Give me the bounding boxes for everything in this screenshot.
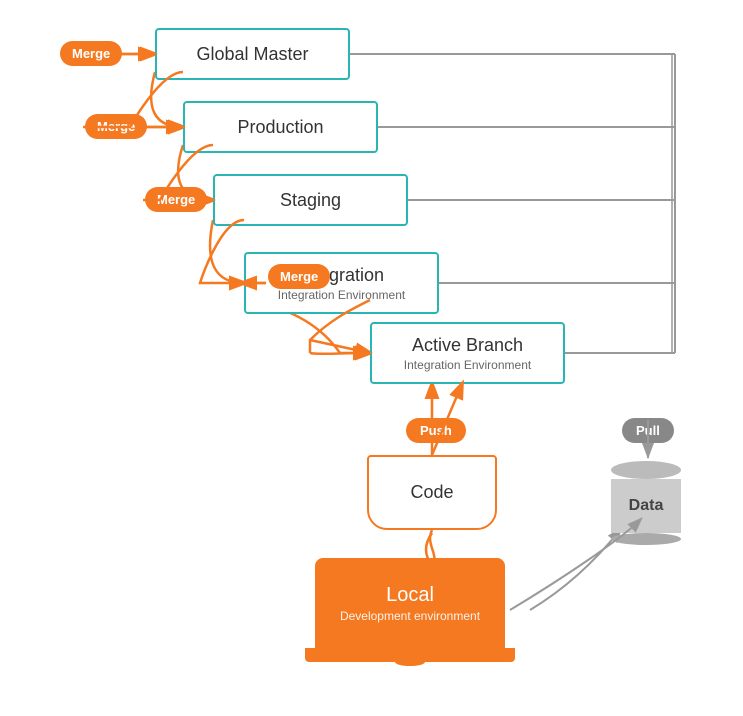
active-branch-subtitle: Integration Environment	[404, 358, 531, 372]
code-label: Code	[410, 482, 453, 503]
staging-label: Staging	[280, 190, 341, 211]
pull-badge: Pull	[622, 418, 674, 443]
laptop-subtitle: Development environment	[340, 609, 480, 623]
active-branch-label: Active Branch	[412, 335, 523, 356]
code-box: Code	[367, 455, 497, 530]
push-badge: Push	[406, 418, 466, 443]
merge-badge-3: Merge	[145, 187, 207, 212]
production-label: Production	[237, 117, 323, 138]
active-branch-box: Active Branch Integration Environment	[370, 322, 565, 384]
merge-badge-1: Merge	[60, 41, 122, 66]
laptop-screen: Local Development environment	[315, 558, 505, 648]
integration-subtitle: Integration Environment	[278, 288, 405, 302]
merge-badge-2: Merge	[85, 114, 147, 139]
production-box: Production	[183, 101, 378, 153]
laptop-label: Local	[386, 584, 434, 607]
laptop-base	[305, 648, 515, 662]
data-label: Data	[629, 497, 664, 515]
merge-badge-4: Merge	[268, 264, 330, 289]
staging-box: Staging	[213, 174, 408, 226]
global-master-box: Global Master	[155, 28, 350, 80]
global-master-label: Global Master	[196, 44, 308, 65]
data-cylinder: Data	[606, 458, 686, 548]
diagram: Global Master Production Staging Integra…	[0, 0, 743, 716]
laptop: Local Development environment	[310, 558, 510, 662]
